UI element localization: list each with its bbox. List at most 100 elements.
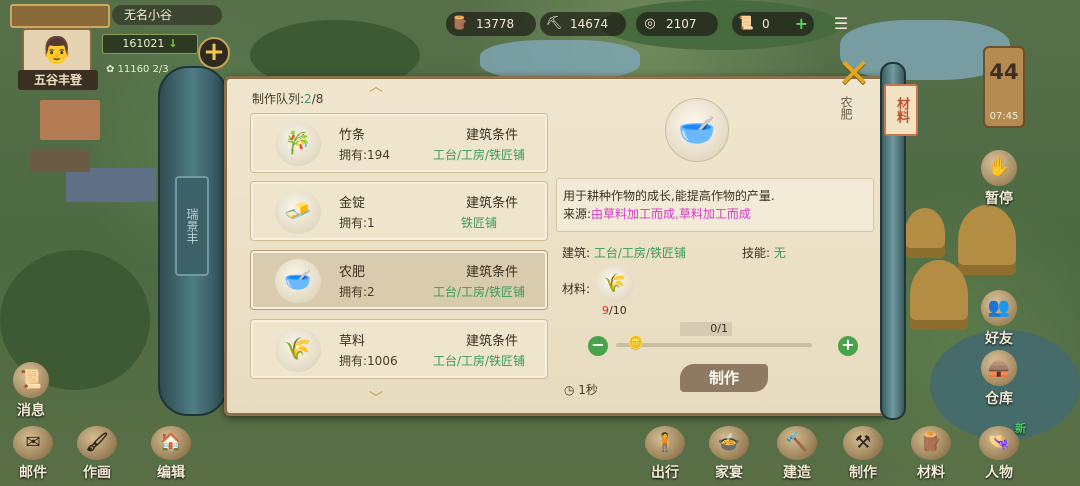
warehouse-button[interactable]: 🛖 仓库 bbox=[970, 350, 1028, 408]
craft-icon: ⚒ bbox=[843, 426, 883, 460]
edit-button[interactable]: 🏠 编辑 bbox=[140, 426, 202, 482]
build-label: 建造 bbox=[783, 465, 811, 481]
make-button[interactable]: 制作 bbox=[680, 364, 768, 392]
fame-counter: 161021 ↓ bbox=[102, 34, 198, 54]
travel-button[interactable]: 🧍 出行 bbox=[634, 426, 696, 482]
player-banner bbox=[10, 4, 110, 28]
friends-icon: 👥 bbox=[981, 290, 1017, 326]
building-value: 工台/工房/铁匠铺 bbox=[593, 246, 686, 260]
fame-up-arrow-icon: ↓ bbox=[168, 37, 178, 50]
message-icon: 📜 bbox=[13, 362, 49, 398]
friends-button[interactable]: 👥 好友 bbox=[970, 290, 1028, 348]
clock-icon: ◷ bbox=[564, 383, 579, 397]
craft-time: ◷ 1秒 bbox=[564, 381, 598, 398]
people-button[interactable]: 👒 新 人物 bbox=[968, 422, 1030, 482]
recipe-owned: 拥有:1006 bbox=[339, 354, 398, 368]
craft-queue-label: 制作队列:2/8 bbox=[252, 90, 323, 107]
stone-tool-icon: ⛏ bbox=[545, 16, 563, 31]
material-have: 9 bbox=[602, 304, 609, 317]
selected-item-fertilizer-icon: 🥣 bbox=[665, 98, 729, 162]
population-icon: ✿ bbox=[106, 64, 118, 75]
building-requirement: 建筑: 工台/工房/铁匠铺 bbox=[562, 244, 686, 261]
friends-label: 好友 bbox=[985, 331, 1013, 347]
tab-material[interactable]: 材料 bbox=[884, 84, 918, 136]
copper-coin-icon: ◎ bbox=[644, 16, 656, 31]
recipe-gold-ingot[interactable]: 🧈 金锭 拥有:1 建筑条件 铁匠铺 bbox=[250, 181, 548, 241]
scroll-plaque: 瑞景丰 bbox=[175, 176, 209, 276]
chevron-down-icon[interactable]: ﹀ bbox=[362, 388, 390, 408]
resource-coin-value: 2107 bbox=[666, 17, 697, 31]
resource-stone[interactable]: ⛏ 14674 bbox=[540, 12, 626, 36]
material-logs-icon: 🪵 bbox=[911, 426, 951, 460]
queue-label-text: 制作队列: bbox=[252, 92, 305, 106]
day-tag[interactable]: 44 07:45 bbox=[983, 46, 1025, 128]
people-icon: 👒 bbox=[979, 426, 1019, 460]
pause-label: 暂停 bbox=[985, 191, 1013, 207]
decrease-button[interactable]: − bbox=[588, 336, 608, 356]
mail-icon: ✉ bbox=[13, 426, 53, 460]
player-avatar[interactable]: 👨 bbox=[22, 28, 92, 74]
material-need: /10 bbox=[609, 304, 627, 317]
player-name[interactable]: 无名小谷 bbox=[112, 5, 222, 25]
player-title: 五谷丰登 bbox=[18, 70, 98, 90]
resource-stone-value: 14674 bbox=[570, 17, 609, 31]
recipe-owned: 拥有:2 bbox=[339, 285, 375, 299]
queue-max: 8 bbox=[315, 92, 324, 106]
recipe-requirement: 工台/工房/铁匠铺 bbox=[432, 285, 526, 299]
forage-material-icon[interactable]: 🌾 bbox=[596, 266, 634, 302]
recipe-name: 竹条 bbox=[339, 128, 366, 143]
recipe-requirement: 工台/工房/铁匠铺 bbox=[432, 148, 526, 162]
mail-button[interactable]: ✉ 邮件 bbox=[2, 426, 64, 482]
resource-coin[interactable]: ◎ 2107 bbox=[636, 12, 718, 36]
craft-label: 制作 bbox=[849, 465, 877, 481]
recipe-name: 草料 bbox=[339, 334, 366, 349]
recipe-forage[interactable]: 🌾 草料 拥有:1006 建筑条件 工台/工房/铁匠铺 bbox=[250, 319, 548, 379]
source-text: 由草料加工而成,草料加工而成 bbox=[591, 207, 751, 221]
warehouse-icon: 🛖 bbox=[981, 350, 1017, 386]
item-description: 用于耕种作物的成长,能提高作物的产量. 来源:由草料加工而成,草料加工而成 bbox=[556, 178, 874, 232]
resource-token[interactable]: 📜 0 + bbox=[732, 12, 814, 36]
recipe-fertilizer[interactable]: 🥣 农肥 拥有:2 建筑条件 工台/工房/铁匠铺 bbox=[250, 250, 548, 310]
banquet-button[interactable]: 🍲 家宴 bbox=[698, 426, 760, 482]
travel-label: 出行 bbox=[651, 465, 679, 481]
skill-value: 无 bbox=[773, 246, 786, 260]
bamboo-strip-icon: 🎋 bbox=[275, 122, 321, 166]
paint-button[interactable]: 🖌 作画 bbox=[66, 426, 128, 482]
increase-button[interactable]: + bbox=[838, 336, 858, 356]
fame-value: 161021 bbox=[122, 37, 165, 50]
resource-wood-value: 13778 bbox=[476, 17, 515, 31]
game-clock: 07:45 bbox=[989, 111, 1019, 122]
material-label: 材料: bbox=[562, 282, 591, 296]
recipe-bamboo-strip[interactable]: 🎋 竹条 拥有:194 建筑条件 工台/工房/铁匠铺 bbox=[250, 113, 548, 173]
population-value: 11160 bbox=[117, 64, 150, 75]
message-button[interactable]: 📜 消息 bbox=[2, 362, 60, 420]
message-label: 消息 bbox=[17, 403, 45, 419]
paint-label: 作画 bbox=[83, 465, 111, 481]
close-icon[interactable]: ✕ bbox=[832, 54, 876, 94]
skill-label: 技能: bbox=[742, 246, 774, 260]
add-plus-button[interactable]: + bbox=[198, 37, 230, 69]
recipe-condition-label: 建筑条件 bbox=[465, 196, 518, 211]
pause-button[interactable]: ✋ 暂停 bbox=[970, 150, 1028, 208]
add-token-icon[interactable]: + bbox=[795, 12, 808, 36]
menu-list-icon[interactable]: ☰ bbox=[828, 14, 854, 34]
craft-button[interactable]: ⚒ 制作 bbox=[832, 426, 894, 482]
build-hammer-icon: 🔨 bbox=[777, 426, 817, 460]
banquet-icon: 🍲 bbox=[709, 426, 749, 460]
mail-label: 邮件 bbox=[19, 465, 47, 481]
material-label: 材料 bbox=[917, 465, 945, 481]
fertilizer-icon: 🥣 bbox=[275, 259, 321, 303]
banquet-label: 家宴 bbox=[715, 465, 743, 481]
build-button[interactable]: 🔨 建造 bbox=[766, 426, 828, 482]
paint-brush-icon: 🖌 bbox=[77, 426, 117, 460]
recipe-owned: 拥有:1 bbox=[339, 216, 375, 230]
quantity-slider-knob-coins-icon[interactable]: 🪙 bbox=[624, 336, 648, 352]
queue-current: 2 bbox=[304, 92, 312, 106]
chevron-up-icon[interactable]: ︿ bbox=[362, 76, 390, 96]
resource-wood[interactable]: 🪵 13778 bbox=[446, 12, 536, 36]
recipe-name: 农肥 bbox=[339, 265, 366, 280]
recipe-condition-label: 建筑条件 bbox=[465, 128, 518, 143]
forage-icon: 🌾 bbox=[275, 328, 321, 372]
scroll-token-icon: 📜 bbox=[737, 16, 755, 31]
material-button[interactable]: 🪵 材料 bbox=[900, 426, 962, 482]
